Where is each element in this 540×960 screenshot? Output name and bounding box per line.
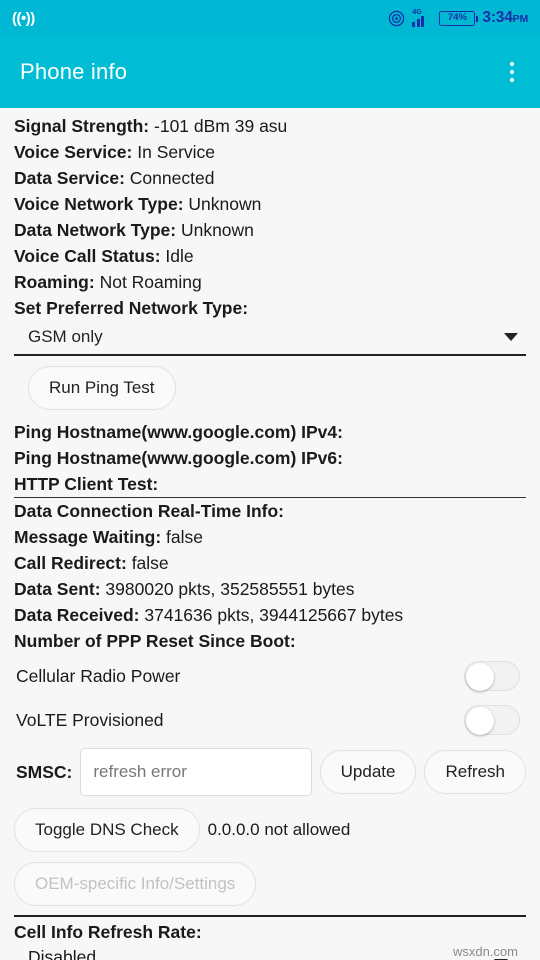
- smsc-refresh-button[interactable]: Refresh: [424, 750, 526, 794]
- info-row-voice-call-status: Voice Call Status: Idle: [14, 243, 526, 269]
- http-client-test-row: HTTP Client Test:: [14, 471, 526, 497]
- clock-ampm: PM: [512, 13, 529, 25]
- info-value: 3741636 pkts, 3944125667 bytes: [144, 605, 404, 625]
- info-key: Voice Call Status:: [14, 246, 161, 266]
- dns-row: Toggle DNS Check 0.0.0.0 not allowed: [14, 802, 526, 856]
- data-row-message-waiting: Message Waiting: false: [14, 524, 526, 550]
- cell-info-refresh-label: Cell Info Refresh Rate:: [14, 922, 202, 942]
- info-key: Data Network Type:: [14, 220, 177, 240]
- data-row-data-received: Data Received: 3741636 pkts, 3944125667 …: [14, 602, 526, 628]
- info-key: Data Sent:: [14, 579, 101, 599]
- info-key: Number of PPP Reset Since Boot:: [14, 631, 296, 651]
- cellular-radio-power-switch[interactable]: [464, 661, 520, 691]
- info-value: Not Roaming: [99, 272, 202, 292]
- info-value: 3980020 pkts, 352585551 bytes: [105, 579, 355, 599]
- smsc-update-button[interactable]: Update: [319, 750, 417, 794]
- cell-info-refresh-selected-value[interactable]: Disabled: [14, 945, 526, 960]
- switch-knob: [466, 707, 494, 735]
- info-key: Data Service:: [14, 168, 125, 188]
- oem-specific-info-settings-button[interactable]: OEM-specific Info/Settings: [14, 862, 257, 906]
- smsc-row: SMSC: Update Refresh: [14, 742, 526, 802]
- info-key: Voice Service:: [14, 142, 133, 162]
- info-value: false: [166, 527, 203, 547]
- volte-provisioned-switch[interactable]: [464, 705, 520, 735]
- run-ping-test-button[interactable]: Run Ping Test: [28, 366, 176, 410]
- overflow-menu-icon[interactable]: [502, 54, 523, 91]
- toggle-label: VoLTE Provisioned: [16, 709, 164, 730]
- info-key: Roaming:: [14, 272, 95, 292]
- run-ping-test-row: Run Ping Test: [14, 356, 526, 419]
- network-type-label: 4G: [412, 8, 422, 16]
- info-key: Ping Hostname(www.google.com) IPv6:: [14, 448, 343, 468]
- info-value: In Service: [137, 142, 216, 162]
- cast-icon: [388, 10, 405, 27]
- info-key: Voice Network Type:: [14, 194, 184, 214]
- info-key: Data Connection Real-Time Info:: [14, 501, 284, 521]
- preferred-network-label: Set Preferred Network Type:: [14, 295, 526, 321]
- cell-info-refresh-section: Cell Info Refresh Rate: Disabled wsxdn.c…: [14, 917, 526, 960]
- info-value: Connected: [129, 168, 215, 188]
- preferred-network-selected-value: GSM only: [28, 327, 103, 346]
- toggle-row-volte-provisioned[interactable]: VoLTE Provisioned: [14, 698, 526, 742]
- data-connection-header: Data Connection Real-Time Info:: [14, 498, 526, 524]
- dns-status-text: 0.0.0.0 not allowed: [207, 820, 351, 839]
- info-value: Unknown: [188, 194, 262, 214]
- info-row-signal-strength: Signal Strength: -101 dBm 39 asu: [14, 108, 526, 139]
- info-row-data-network-type: Data Network Type: Unknown: [14, 217, 526, 243]
- info-row-roaming: Roaming: Not Roaming: [14, 269, 526, 295]
- data-row-ppp-reset: Number of PPP Reset Since Boot:: [14, 628, 526, 654]
- info-key: HTTP Client Test:: [14, 474, 159, 494]
- info-key: Signal Strength:: [14, 116, 150, 136]
- main-content: Signal Strength: -101 dBm 39 asu Voice S…: [0, 108, 540, 960]
- chevron-down-icon: [504, 333, 518, 341]
- info-key: Ping Hostname(www.google.com) IPv4:: [14, 422, 343, 442]
- hotspot-icon: ((•)): [12, 9, 35, 27]
- oem-row: OEM-specific Info/Settings: [14, 856, 526, 915]
- data-row-data-sent: Data Sent: 3980020 pkts, 352585551 bytes: [14, 576, 526, 602]
- info-value: Idle: [165, 246, 194, 266]
- info-value: Unknown: [180, 220, 254, 240]
- status-bar-right: 4G 74% 3:34PM: [388, 9, 528, 27]
- info-row-data-service: Data Service: Connected: [14, 165, 526, 191]
- smsc-input[interactable]: [80, 748, 312, 796]
- preferred-network-label-text: Set Preferred Network Type:: [14, 298, 249, 318]
- app-bar: Phone info: [0, 36, 540, 108]
- ping-row-ipv4: Ping Hostname(www.google.com) IPv4:: [14, 419, 526, 445]
- info-value: false: [131, 553, 169, 573]
- switch-knob: [466, 663, 494, 691]
- battery-icon: 74%: [439, 10, 479, 26]
- info-key: Message Waiting:: [14, 527, 162, 547]
- preferred-network-spinner[interactable]: GSM only: [14, 321, 526, 354]
- data-row-call-redirect: Call Redirect: false: [14, 550, 526, 576]
- info-row-voice-service: Voice Service: In Service: [14, 139, 526, 165]
- smsc-label: SMSC:: [16, 761, 73, 782]
- info-value: -101 dBm 39 asu: [154, 116, 288, 136]
- toggle-dns-check-button[interactable]: Toggle DNS Check: [14, 808, 200, 852]
- info-row-voice-network-type: Voice Network Type: Unknown: [14, 191, 526, 217]
- status-bar: ((•)) 4G 74% 3:34PM: [0, 0, 540, 36]
- battery-percent-label: 74%: [447, 12, 467, 24]
- signal-bars: [412, 15, 425, 27]
- signal-bars-icon: 4G: [412, 8, 432, 27]
- page-title: Phone info: [20, 59, 128, 84]
- watermark: wsxdn.com: [452, 944, 518, 959]
- status-bar-clock: 3:34PM: [482, 9, 528, 27]
- info-key: Data Received:: [14, 605, 140, 625]
- ping-row-ipv6: Ping Hostname(www.google.com) IPv6:: [14, 445, 526, 471]
- clock-time: 3:34: [482, 9, 513, 26]
- toggle-label: Cellular Radio Power: [16, 665, 181, 686]
- info-key: Call Redirect:: [14, 553, 127, 573]
- status-bar-left: ((•)): [12, 10, 35, 27]
- toggle-row-cellular-radio-power[interactable]: Cellular Radio Power: [14, 654, 526, 698]
